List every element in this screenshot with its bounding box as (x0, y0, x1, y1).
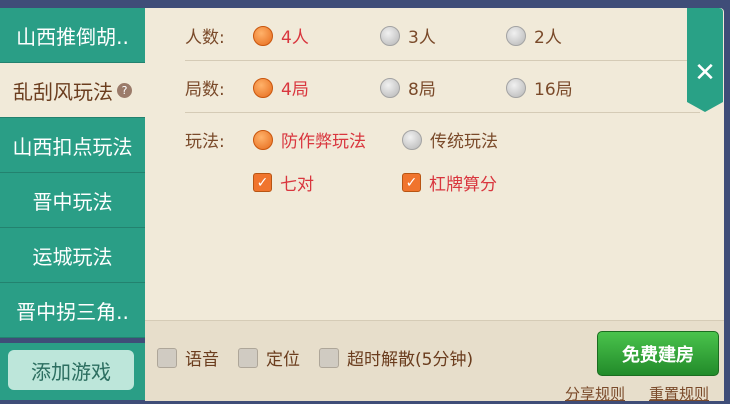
rounds-option-8[interactable]: 8局 (380, 75, 436, 100)
share-rules-link[interactable]: 分享规则 (565, 383, 625, 404)
tab-label: 山西扣点玩法 (12, 134, 133, 159)
bottom-options: 语音 定位 超时解散(5分钟) (157, 345, 492, 370)
rounds-option-4[interactable]: 4局 (253, 75, 309, 100)
tab-shanxi-koudian[interactable]: 山西扣点玩法 (0, 118, 145, 173)
tab-yuncheng[interactable]: 运城玩法 (0, 228, 145, 283)
bottom-bar: 语音 定位 超时解散(5分钟) 免费建房 分享规则 重置规则 (145, 320, 724, 404)
radio-selected-icon (253, 129, 273, 150)
game-mode-sidebar: 山西推倒胡.. 乱刮风玩法 ? 山西扣点玩法 晋中玩法 运城玩法 晋中拐三角..… (0, 8, 145, 400)
radio-selected-icon (253, 25, 273, 46)
extra-gangpai-checkbox[interactable]: ✓ 杠牌算分 (402, 170, 497, 195)
tab-jinzhong[interactable]: 晋中玩法 (0, 173, 145, 228)
play-row: 玩法: 防作弊玩法 传统玩法 ✓ 七对 ✓ 杠牌算分 (145, 112, 705, 212)
close-icon[interactable]: ✕ (687, 58, 723, 88)
rounds-row: 局数: 4局 8局 16局 (145, 60, 705, 110)
tab-luanguafeng[interactable]: 乱刮风玩法 ? (0, 63, 145, 118)
radio-unselected-icon (506, 77, 526, 98)
play-label: 玩法: (185, 132, 225, 152)
tab-label: 乱刮风玩法 (13, 79, 113, 104)
players-label: 人数: (185, 28, 225, 48)
create-room-button[interactable]: 免费建房 (597, 331, 719, 376)
players-row: 人数: 4人 3人 2人 (145, 8, 705, 58)
players-option-3[interactable]: 3人 (380, 23, 436, 48)
tab-label: 山西推倒胡.. (16, 24, 129, 49)
rounds-option-16[interactable]: 16局 (506, 75, 573, 100)
checkmark-icon: ✓ (402, 173, 421, 192)
players-option-2[interactable]: 2人 (506, 23, 562, 48)
radio-unselected-icon (380, 25, 400, 46)
radio-unselected-icon (380, 77, 400, 98)
radio-unselected-icon (506, 25, 526, 46)
radio-unselected-icon (402, 129, 422, 150)
tab-label: 运城玩法 (32, 244, 113, 269)
rounds-label: 局数: (185, 80, 225, 100)
close-ribbon[interactable]: ✕ (687, 8, 723, 112)
extra-qidui-checkbox[interactable]: ✓ 七对 (253, 170, 314, 195)
voice-checkbox[interactable]: 语音 (157, 345, 219, 370)
timeout-dismiss-checkbox[interactable]: 超时解散(5分钟) (319, 345, 473, 370)
location-checkbox[interactable]: 定位 (238, 345, 300, 370)
checkbox-icon (157, 347, 177, 368)
tab-shanxi-tuidaohu[interactable]: 山西推倒胡.. (0, 8, 145, 63)
radio-selected-icon (253, 77, 273, 98)
rules-panel: 人数: 4人 3人 2人 局数: 4局 8局 16局 玩法: 防作弊玩法 传统玩… (145, 8, 724, 404)
tab-jinzhong-guaisanjiao[interactable]: 晋中拐三角.. (0, 283, 145, 338)
play-option-traditional[interactable]: 传统玩法 (402, 127, 498, 152)
reset-rules-link[interactable]: 重置规则 (649, 383, 709, 404)
checkbox-icon (319, 347, 339, 368)
checkmark-icon: ✓ (253, 173, 272, 192)
tab-label: 晋中拐三角.. (16, 299, 129, 324)
players-option-4[interactable]: 4人 (253, 23, 309, 48)
add-game-button[interactable]: 添加游戏 (8, 350, 134, 390)
checkbox-icon (238, 347, 258, 368)
tab-label: 晋中玩法 (32, 189, 113, 214)
play-option-anticheat[interactable]: 防作弊玩法 (253, 127, 366, 152)
help-icon[interactable]: ? (117, 82, 132, 98)
